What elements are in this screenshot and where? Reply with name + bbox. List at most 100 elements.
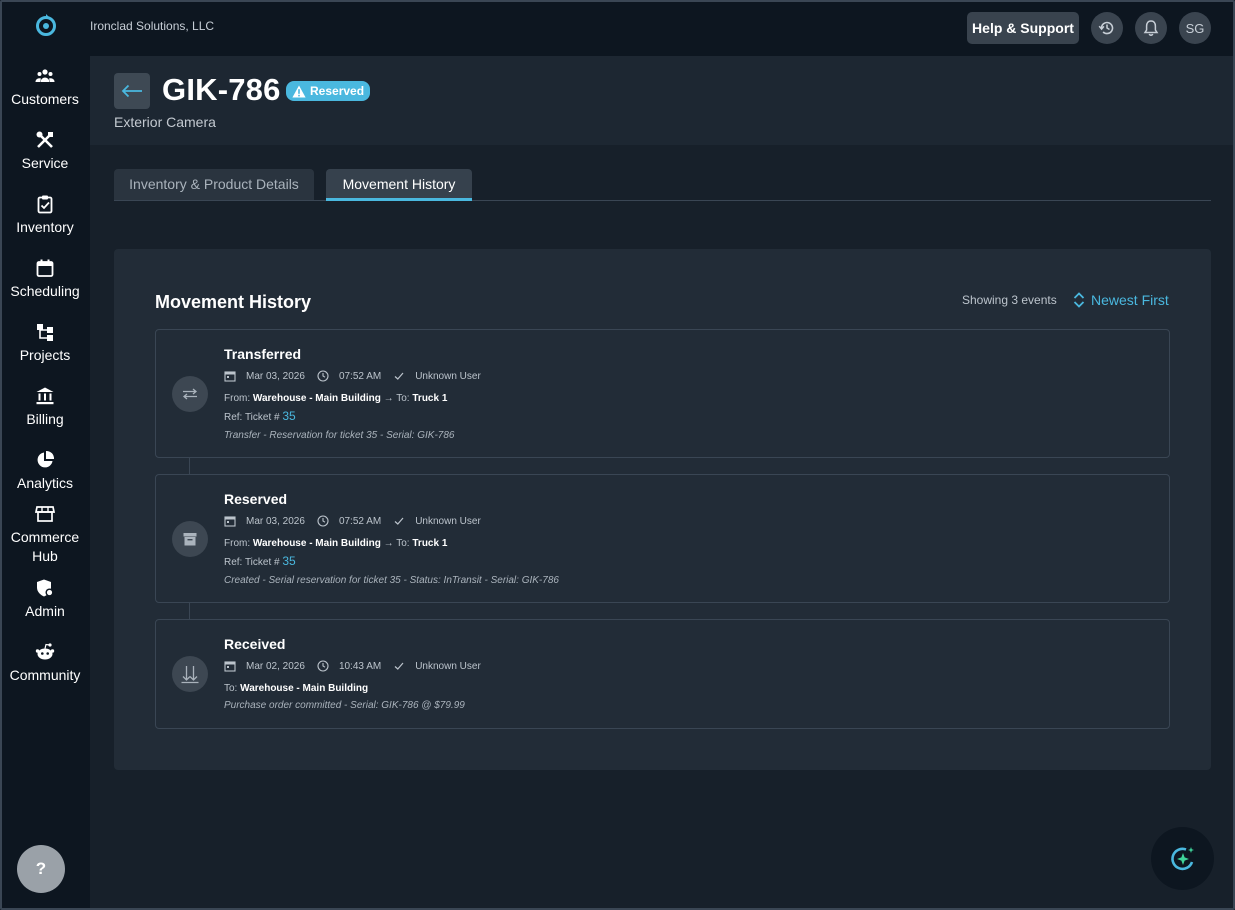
hierarchy-icon	[37, 324, 53, 341]
event-meta: Mar 03, 2026 07:52 AM Unknown User	[224, 370, 481, 382]
company-name: Ironclad Solutions, LLC	[90, 19, 215, 33]
ai-assistant-button[interactable]	[1151, 827, 1214, 890]
pie-chart-icon	[37, 450, 55, 468]
card-title: Movement History	[155, 292, 312, 312]
storefront-icon	[35, 506, 55, 522]
ai-sparkle-icon	[1170, 846, 1194, 870]
event-icon	[172, 656, 208, 692]
users-icon	[35, 69, 55, 82]
sidebar-item-inventory[interactable]: Inventory	[0, 194, 90, 237]
arrow-left-icon	[121, 84, 142, 98]
sidebar-item-label: Analytics	[16, 475, 74, 491]
event-route: From: Warehouse - Main Building → To: Tr…	[224, 393, 447, 404]
event-type: Transferred	[224, 346, 302, 362]
sidebar-item-community[interactable]: Community	[0, 642, 90, 685]
receive-arrows-icon	[181, 666, 199, 684]
sidebar-item-admin[interactable]: Admin	[0, 578, 90, 621]
event-user: Unknown User	[415, 660, 481, 672]
timeline-connector	[189, 603, 190, 619]
item-header: GIK-786 Reserved Exterior Camera	[90, 56, 1235, 145]
event-type: Received	[224, 636, 286, 652]
sidebar-item-label: Commerce Hub	[10, 529, 80, 564]
archive-box-icon	[183, 533, 197, 546]
event-meta: Mar 03, 2026 07:52 AM Unknown User	[224, 515, 481, 527]
history-event-reserved: Reserved Mar 03, 2026 07:52 AM Unknown U…	[155, 474, 1170, 603]
event-ref: Ref: Ticket # 35	[224, 409, 296, 423]
clipboard-check-icon	[37, 195, 53, 214]
notifications-button[interactable]	[1135, 12, 1167, 44]
event-note: Purchase order committed - Serial: GIK-7…	[224, 700, 465, 711]
from-label: From:	[224, 393, 251, 404]
calendar-icon	[224, 661, 236, 672]
calendar-icon	[224, 371, 236, 382]
event-note: Created - Serial reservation for ticket …	[224, 575, 559, 586]
warning-icon	[292, 85, 306, 97]
sidebar-item-billing[interactable]: Billing	[0, 386, 90, 429]
user-avatar[interactable]: SG	[1179, 12, 1211, 44]
tools-icon	[36, 131, 53, 148]
sidebar-item-label: Scheduling	[10, 283, 80, 299]
clock-icon	[317, 370, 329, 382]
event-user: Unknown User	[415, 515, 481, 527]
to-location: Truck 1	[412, 538, 448, 549]
help-button[interactable]: ?	[17, 845, 65, 893]
ref-ticket-link[interactable]: 35	[282, 554, 295, 568]
ref-label: Ref: Ticket #	[224, 412, 280, 423]
sidebar-item-scheduling[interactable]: Scheduling	[0, 258, 90, 301]
status-badge: Reserved	[286, 81, 371, 101]
sidebar-item-label: Billing	[26, 411, 64, 427]
event-time: 10:43 AM	[338, 660, 382, 672]
sort-label: Newest First	[1091, 292, 1169, 308]
to-location: Truck 1	[412, 393, 448, 404]
from-label: From:	[224, 538, 251, 549]
sidebar-item-customers[interactable]: Customers	[0, 66, 90, 109]
shield-gear-icon	[37, 579, 54, 597]
event-note: Transfer - Reservation for ticket 35 - S…	[224, 430, 455, 441]
sidebar-item-commerce-hub[interactable]: Commerce Hub	[0, 504, 90, 566]
sidebar-item-label: Projects	[19, 347, 71, 363]
back-button[interactable]	[114, 73, 150, 109]
ref-label: Ref: Ticket #	[224, 557, 280, 568]
sidebar: Customers Service Inventory Scheduling P…	[0, 0, 90, 910]
clock-icon	[317, 660, 329, 672]
status-badge-label: Reserved	[310, 84, 365, 98]
event-ref: Ref: Ticket # 35	[224, 554, 296, 568]
sidebar-item-label: Admin	[25, 603, 65, 619]
tab-bar: Inventory & Product Details Movement His…	[114, 169, 1211, 201]
sidebar-item-label: Customers	[11, 91, 79, 107]
check-icon	[394, 662, 404, 670]
ref-ticket-link[interactable]: 35	[282, 409, 295, 423]
event-date: Mar 03, 2026	[246, 370, 305, 382]
history-icon	[1098, 21, 1114, 35]
event-date: Mar 02, 2026	[246, 660, 305, 672]
sidebar-item-projects[interactable]: Projects	[0, 322, 90, 365]
history-event-transferred: Transferred Mar 03, 2026 07:52 AM Unknow…	[155, 329, 1170, 458]
sidebar-item-label: Community	[9, 667, 81, 683]
sidebar-item-label: Inventory	[16, 219, 74, 235]
app-logo-icon[interactable]	[33, 12, 59, 38]
to-label: To:	[396, 393, 410, 404]
sidebar-item-service[interactable]: Service	[0, 130, 90, 173]
sort-toggle-button[interactable]: Newest First	[1073, 292, 1169, 308]
check-icon	[394, 517, 404, 525]
sidebar-item-analytics[interactable]: Analytics	[0, 450, 90, 493]
tab-movement-history[interactable]: Movement History	[326, 169, 472, 201]
history-button[interactable]	[1091, 12, 1123, 44]
bell-icon	[1143, 20, 1159, 36]
tab-inventory-product-details[interactable]: Inventory & Product Details	[114, 169, 314, 200]
event-time: 07:52 AM	[338, 370, 382, 382]
route-arrow-icon: →	[383, 393, 394, 404]
top-bar: Ironclad Solutions, LLC Help & Support S…	[90, 0, 1235, 56]
event-route: From: Warehouse - Main Building → To: Tr…	[224, 538, 447, 549]
event-meta: Mar 02, 2026 10:43 AM Unknown User	[224, 660, 481, 672]
page-title: GIK-786	[162, 72, 281, 107]
from-location: Warehouse - Main Building	[252, 393, 381, 404]
event-type: Reserved	[224, 491, 288, 507]
route-arrow-icon: →	[383, 538, 394, 549]
from-location: Warehouse - Main Building	[252, 538, 381, 549]
event-icon	[172, 521, 208, 557]
help-support-button[interactable]: Help & Support	[967, 12, 1079, 44]
to-label: To:	[396, 538, 410, 549]
sort-icon	[1073, 292, 1085, 308]
bank-icon	[36, 387, 54, 405]
